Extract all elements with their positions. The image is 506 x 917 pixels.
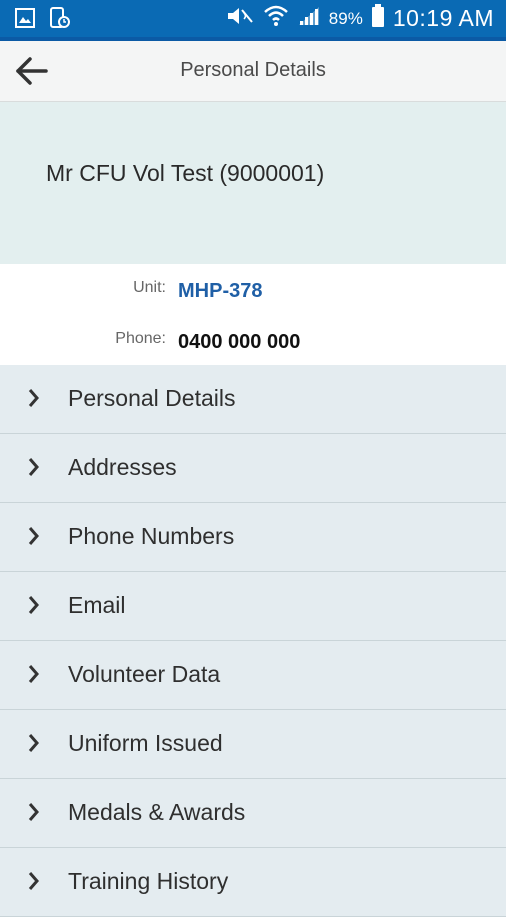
menu-item-label: Volunteer Data <box>68 661 221 687</box>
menu-item-medals-awards[interactable]: Medals & Awards <box>0 779 506 848</box>
profile-banner: Mr CFU Vol Test (9000001) <box>0 102 506 264</box>
status-time: 10:19 AM <box>392 5 494 31</box>
status-bar: 89% 10:19 AM <box>0 0 506 37</box>
phone-sync-icon <box>48 7 70 34</box>
phone-value[interactable]: 0400 000 000 <box>178 331 300 354</box>
info-card: Unit: MHP-378 Phone: 0400 000 000 <box>0 264 506 365</box>
chevron-right-icon <box>26 593 42 617</box>
page-title: Personal Details <box>180 59 326 81</box>
chevron-right-icon <box>26 800 42 824</box>
unit-value: MHP-378 <box>178 280 263 302</box>
app-header: Personal Details <box>0 41 506 102</box>
menu-item-label: Addresses <box>68 454 177 480</box>
menu-item-training-history[interactable]: Training History <box>0 848 506 917</box>
mute-icon <box>225 5 255 32</box>
wifi-icon <box>263 4 289 33</box>
status-right-icons: 89% 10:19 AM <box>225 3 494 34</box>
phone-label: Phone: <box>115 330 166 347</box>
menu-item-label: Training History <box>68 868 229 894</box>
status-left-icons <box>14 7 70 34</box>
profile-name: Mr CFU Vol Test (9000001) <box>46 160 325 186</box>
chevron-right-icon <box>26 662 42 686</box>
menu-item-label: Uniform Issued <box>68 730 223 756</box>
signal-icon <box>297 5 321 32</box>
chevron-right-icon <box>26 524 42 548</box>
battery-icon <box>371 4 385 33</box>
chevron-right-icon <box>26 386 42 410</box>
battery-percent: 89% <box>328 8 363 28</box>
menu-item-label: Phone Numbers <box>68 523 235 549</box>
menu-item-addresses[interactable]: Addresses <box>0 434 506 503</box>
menu-item-email[interactable]: Email <box>0 572 506 641</box>
menu-item-uniform-issued[interactable]: Uniform Issued <box>0 710 506 779</box>
chevron-right-icon <box>26 455 42 479</box>
menu-item-phone-numbers[interactable]: Phone Numbers <box>0 503 506 572</box>
menu-list: Personal Details Addresses Phone Numbers… <box>0 365 506 917</box>
menu-item-label: Email <box>68 592 126 618</box>
menu-item-label: Medals & Awards <box>68 799 246 825</box>
menu-item-volunteer-data[interactable]: Volunteer Data <box>0 641 506 710</box>
unit-label: Unit: <box>133 279 166 296</box>
menu-item-personal-details[interactable]: Personal Details <box>0 365 506 434</box>
menu-item-label: Personal Details <box>68 385 236 411</box>
chevron-right-icon <box>26 731 42 755</box>
image-icon <box>14 7 36 34</box>
chevron-right-icon <box>26 869 42 893</box>
